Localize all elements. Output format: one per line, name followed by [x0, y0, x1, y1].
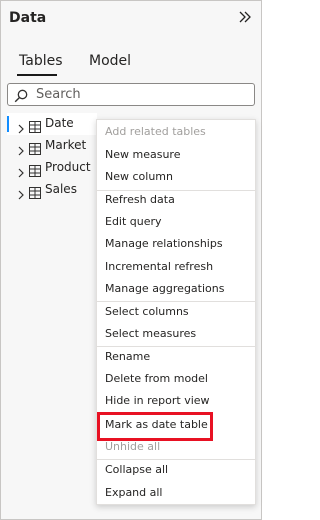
context-menu: Add related tables New measure New colum… [96, 119, 256, 505]
menu-item-new-column[interactable]: New column [105, 167, 255, 187]
search-icon [14, 88, 28, 103]
menu-item-edit-query[interactable]: Edit query [105, 212, 255, 232]
chevron-right-icon[interactable] [17, 119, 25, 134]
pane-header: Data [1, 1, 261, 37]
table-icon [29, 118, 41, 133]
chevron-right-icon[interactable] [17, 163, 25, 178]
menu-item-manage-aggregations[interactable]: Manage aggregations [105, 279, 255, 299]
table-item-date[interactable]: Date [7, 113, 97, 135]
table-icon [29, 140, 41, 155]
table-label: Date [45, 116, 74, 130]
menu-item-delete-from-model[interactable]: Delete from model [105, 369, 255, 389]
table-item-product[interactable]: Product [7, 157, 97, 179]
table-item-sales[interactable]: Sales [7, 179, 97, 201]
menu-item-unhide-all: Unhide all [105, 440, 161, 453]
table-label: Product [45, 160, 91, 174]
menu-item-add-related-tables: Add related tables [105, 125, 206, 138]
table-icon [29, 184, 41, 199]
selected-tab-indicator [17, 74, 57, 76]
chevron-right-icon[interactable] [17, 141, 25, 156]
pane-title: Data [9, 10, 47, 26]
menu-item-select-columns[interactable]: Select columns [105, 302, 255, 322]
menu-item-collapse-all[interactable]: Collapse all [105, 460, 255, 480]
menu-item-hide-in-report-view[interactable]: Hide in report view [105, 391, 255, 411]
menu-item-incremental-refresh[interactable]: Incremental refresh [105, 257, 255, 277]
selection-bar [7, 116, 9, 132]
search-box[interactable] [7, 83, 255, 106]
tab-model[interactable]: Model [89, 53, 131, 69]
double-chevron-right-icon[interactable] [237, 9, 253, 25]
search-input[interactable] [36, 86, 246, 103]
table-icon [29, 162, 41, 177]
menu-item-rename[interactable]: Rename [105, 347, 255, 367]
tab-tables[interactable]: Tables [19, 53, 63, 69]
menu-item-refresh-data[interactable]: Refresh data [105, 190, 255, 210]
menu-item-manage-relationships[interactable]: Manage relationships [105, 234, 255, 254]
table-label: Market [45, 138, 87, 152]
data-pane: Data Tables Model Date [0, 0, 262, 520]
menu-item-select-measures[interactable]: Select measures [105, 324, 255, 344]
menu-item-expand-all[interactable]: Expand all [105, 483, 255, 503]
menu-item-new-measure[interactable]: New measure [105, 145, 255, 165]
table-label: Sales [45, 182, 77, 196]
table-item-market[interactable]: Market [7, 135, 97, 157]
chevron-right-icon[interactable] [17, 185, 25, 200]
pane-tabs: Tables Model [1, 45, 261, 79]
